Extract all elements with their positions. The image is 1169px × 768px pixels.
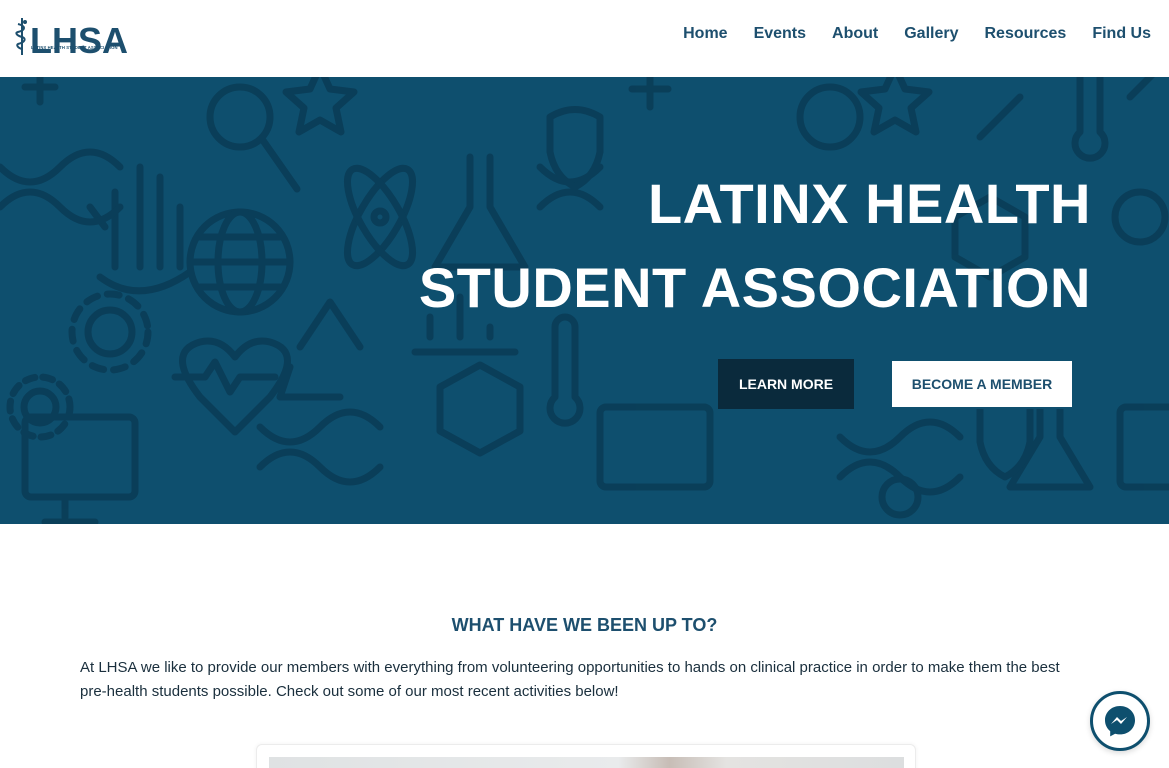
activities-description: At LHSA we like to provide our members w… [80,659,1060,700]
logo-subtitle: LATINX HEALTH STUDENT ASSOCIATION [31,45,118,50]
hero-banner: LATINX HEALTH STUDENT ASSOCIATION LEARN … [0,77,1169,524]
messenger-chat-button[interactable] [1090,691,1150,751]
activity-card[interactable] [256,744,916,768]
nav-gallery[interactable]: Gallery [904,25,958,43]
main-nav: Home Events About Gallery Resources Find… [657,25,1151,43]
nav-events[interactable]: Events [754,25,806,43]
caduceus-icon [15,18,27,55]
activity-image[interactable] [269,757,904,768]
logo-wordmark: LHSA [30,20,128,61]
activities-heading: WHAT HAVE WE BEEN UP TO? [451,615,718,635]
nav-home[interactable]: Home [683,25,727,43]
hero-title-line-2: STUDENT ASSOCIATION [418,256,1091,319]
site-header: LHSA LATINX HEALTH STUDENT ASSOCIATION H… [0,0,1169,77]
nav-about[interactable]: About [832,25,878,43]
messenger-icon [1105,706,1135,737]
nav-resources[interactable]: Resources [985,25,1067,43]
site-logo[interactable]: LHSA LATINX HEALTH STUDENT ASSOCIATION [15,12,130,61]
learn-more-button[interactable]: LEARN MORE [718,359,854,409]
hero-title-line-1: LATINX HEALTH [647,172,1091,235]
nav-find-us[interactable]: Find Us [1092,25,1151,43]
become-member-button[interactable]: BECOME A MEMBER [890,359,1074,409]
